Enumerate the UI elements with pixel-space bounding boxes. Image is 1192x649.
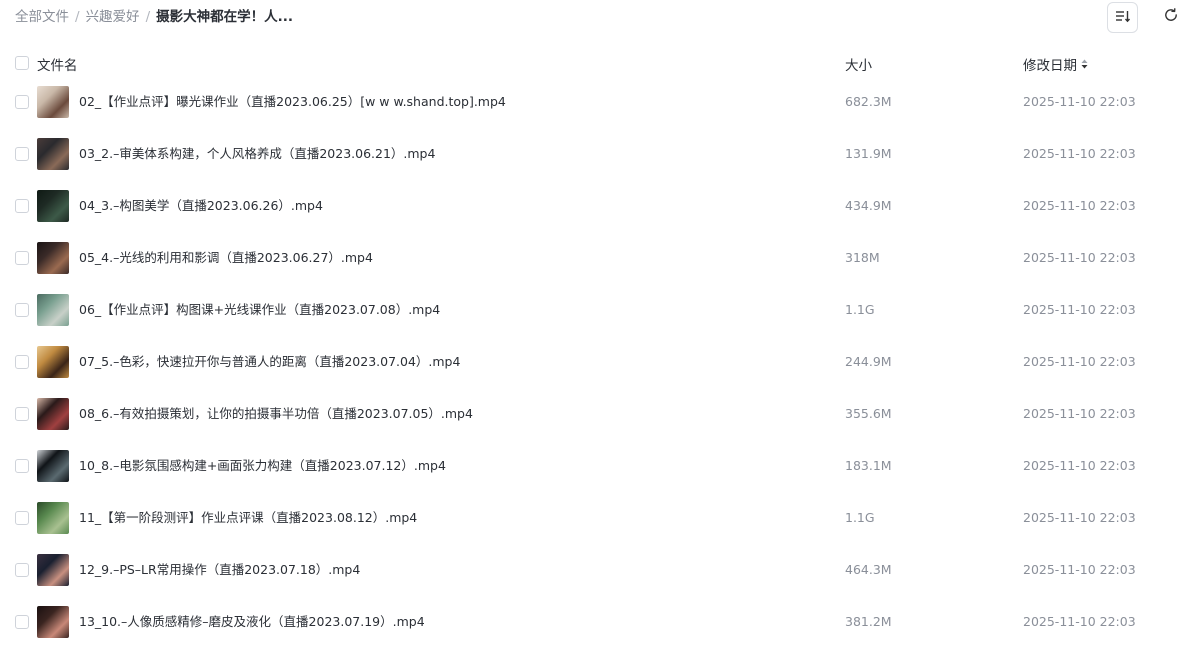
- file-modified-date: 2025-11-10 22:03: [1023, 146, 1136, 161]
- file-row-checkbox[interactable]: [15, 615, 29, 629]
- file-size: 318M: [845, 250, 880, 265]
- file-name[interactable]: 10_8.–电影氛围感构建+画面张力构建（直播2023.07.12）.mp4: [79, 457, 446, 475]
- breadcrumb-separator: /: [145, 9, 151, 25]
- column-header-size[interactable]: 大小: [845, 54, 872, 74]
- breadcrumb: 全部文件 / 兴趣爱好 / 摄影大神都在学！人...: [15, 8, 293, 26]
- file-size: 131.9M: [845, 146, 892, 161]
- file-row-checkbox[interactable]: [15, 199, 29, 213]
- file-modified-date: 2025-11-10 22:03: [1023, 250, 1136, 265]
- file-name[interactable]: 03_2.–审美体系构建，个人风格养成（直播2023.06.21）.mp4: [79, 145, 435, 163]
- file-name[interactable]: 07_5.–色彩，快速拉开你与普通人的距离（直播2023.07.04）.mp4: [79, 353, 460, 371]
- file-row[interactable]: 12_9.–PS–LR常用操作（直播2023.07.18）.mp4 464.3M 2…: [0, 544, 1192, 596]
- file-row-checkbox[interactable]: [15, 407, 29, 421]
- video-thumbnail[interactable]: [37, 138, 69, 170]
- file-size: 183.1M: [845, 458, 892, 473]
- file-name[interactable]: 11_【第一阶段测评】作业点评课（直播2023.08.12）.mp4: [79, 509, 417, 527]
- column-header-name[interactable]: 文件名: [37, 54, 78, 74]
- file-name[interactable]: 02_【作业点评】曝光课作业（直播2023.06.25）[w w w.shand…: [79, 93, 506, 111]
- sort-button[interactable]: [1107, 2, 1138, 33]
- video-thumbnail[interactable]: [37, 294, 69, 326]
- file-modified-date: 2025-11-10 22:03: [1023, 354, 1136, 369]
- select-all-checkbox[interactable]: [15, 56, 29, 70]
- breadcrumb-separator: /: [75, 9, 80, 25]
- table-header: 文件名 大小 修改日期: [0, 50, 1192, 76]
- file-name[interactable]: 06_【作业点评】构图课+光线课作业（直播2023.07.08）.mp4: [79, 301, 440, 319]
- file-row-checkbox[interactable]: [15, 511, 29, 525]
- file-modified-date: 2025-11-10 22:03: [1023, 458, 1136, 473]
- video-thumbnail[interactable]: [37, 346, 69, 378]
- breadcrumb-root[interactable]: 全部文件: [15, 8, 69, 26]
- file-row-checkbox[interactable]: [15, 147, 29, 161]
- file-row[interactable]: 11_【第一阶段测评】作业点评课（直播2023.08.12）.mp4 1.1G 20…: [0, 492, 1192, 544]
- file-row-checkbox[interactable]: [15, 563, 29, 577]
- file-size: 464.3M: [845, 562, 892, 577]
- file-row[interactable]: 07_5.–色彩，快速拉开你与普通人的距离（直播2023.07.04）.mp4 2…: [0, 336, 1192, 388]
- top-bar: 全部文件 / 兴趣爱好 / 摄影大神都在学！人...: [0, 0, 1192, 36]
- file-row[interactable]: 04_3.–构图美学（直播2023.06.26）.mp4 434.9M 2025-1…: [0, 180, 1192, 232]
- file-name[interactable]: 04_3.–构图美学（直播2023.06.26）.mp4: [79, 197, 323, 215]
- video-thumbnail[interactable]: [37, 242, 69, 274]
- file-row-checkbox[interactable]: [15, 251, 29, 265]
- refresh-button[interactable]: [1162, 8, 1180, 26]
- file-modified-date: 2025-11-10 22:03: [1023, 406, 1136, 421]
- file-row[interactable]: 05_4.–光线的利用和影调（直播2023.06.27）.mp4 318M 2025…: [0, 232, 1192, 284]
- file-modified-date: 2025-11-10 22:03: [1023, 302, 1136, 317]
- file-name[interactable]: 05_4.–光线的利用和影调（直播2023.06.27）.mp4: [79, 249, 373, 267]
- file-name[interactable]: 08_6.–有效拍摄策划，让你的拍摄事半功倍（直播2023.07.05）.mp4: [79, 405, 473, 423]
- video-thumbnail[interactable]: [37, 554, 69, 586]
- file-name[interactable]: 12_9.–PS–LR常用操作（直播2023.07.18）.mp4: [79, 561, 360, 579]
- breadcrumb-parent[interactable]: 兴趣爱好: [86, 8, 140, 26]
- file-row[interactable]: 03_2.–审美体系构建，个人风格养成（直播2023.06.21）.mp4 131…: [0, 128, 1192, 180]
- video-thumbnail[interactable]: [37, 86, 69, 118]
- file-modified-date: 2025-11-10 22:03: [1023, 562, 1136, 577]
- file-modified-date: 2025-11-10 22:03: [1023, 614, 1136, 629]
- file-row-checkbox[interactable]: [15, 95, 29, 109]
- video-thumbnail[interactable]: [37, 190, 69, 222]
- column-header-date[interactable]: 修改日期: [1023, 54, 1088, 74]
- file-size: 1.1G: [845, 510, 875, 525]
- file-modified-date: 2025-11-10 22:03: [1023, 510, 1136, 525]
- video-thumbnail[interactable]: [37, 502, 69, 534]
- file-size: 1.1G: [845, 302, 875, 317]
- file-size: 355.6M: [845, 406, 892, 421]
- column-header-date-label: 修改日期: [1023, 58, 1077, 74]
- breadcrumb-current: 摄影大神都在学！人...: [156, 9, 294, 25]
- file-row-checkbox[interactable]: [15, 303, 29, 317]
- file-row[interactable]: 02_【作业点评】曝光课作业（直播2023.06.25）[w w w.shand…: [0, 76, 1192, 128]
- file-row[interactable]: 06_【作业点评】构图课+光线课作业（直播2023.07.08）.mp4 1.1G…: [0, 284, 1192, 336]
- file-size: 682.3M: [845, 94, 892, 109]
- video-thumbnail[interactable]: [37, 450, 69, 482]
- file-row-checkbox[interactable]: [15, 459, 29, 473]
- file-size: 244.9M: [845, 354, 892, 369]
- file-row[interactable]: 10_8.–电影氛围感构建+画面张力构建（直播2023.07.12）.mp4 18…: [0, 440, 1192, 492]
- refresh-icon: [1163, 7, 1179, 27]
- file-size: 381.2M: [845, 614, 892, 629]
- video-thumbnail[interactable]: [37, 398, 69, 430]
- file-row[interactable]: 08_6.–有效拍摄策划，让你的拍摄事半功倍（直播2023.07.05）.mp4…: [0, 388, 1192, 440]
- file-modified-date: 2025-11-10 22:03: [1023, 94, 1136, 109]
- file-row-checkbox[interactable]: [15, 355, 29, 369]
- file-name[interactable]: 13_10.–人像质感精修–磨皮及液化（直播2023.07.19）.mp4: [79, 613, 425, 631]
- file-modified-date: 2025-11-10 22:03: [1023, 198, 1136, 213]
- sort-list-icon: [1115, 8, 1131, 27]
- sort-direction-icon: [1081, 59, 1088, 69]
- file-size: 434.9M: [845, 198, 892, 213]
- video-thumbnail[interactable]: [37, 606, 69, 638]
- file-row[interactable]: 13_10.–人像质感精修–磨皮及液化（直播2023.07.19）.mp4 381…: [0, 596, 1192, 648]
